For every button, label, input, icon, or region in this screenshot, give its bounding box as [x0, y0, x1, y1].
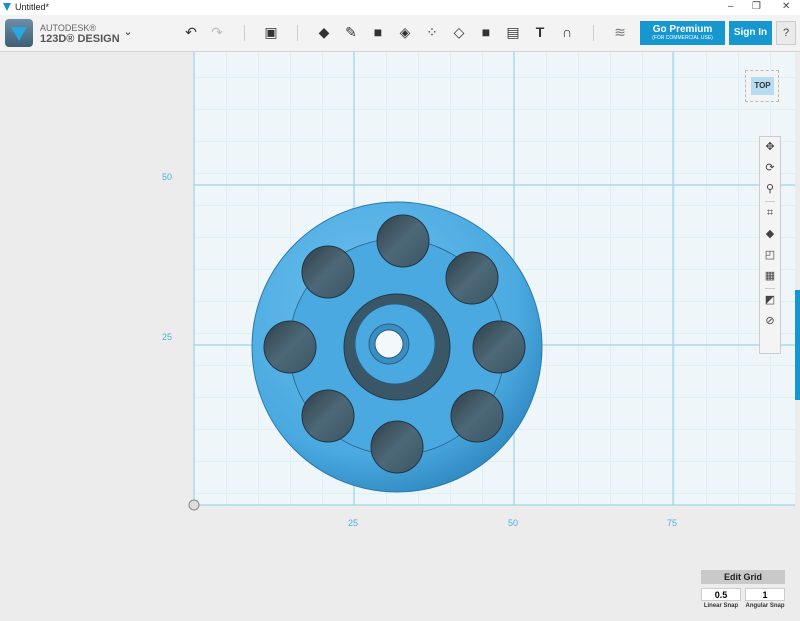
angular-snap-label: Angular Snap [745, 603, 785, 609]
pattern-icon[interactable]: ⁘ [423, 23, 441, 41]
minimize-button[interactable]: – [728, 1, 734, 12]
x-tick: 75 [667, 518, 678, 528]
y-tick: 50 [162, 172, 173, 182]
hide-meshes-icon[interactable]: ⊘ [760, 311, 780, 332]
main-toolbar: AUTODESK® 123D® DESIGN ⌄ ↶ ↷ ▣ ◆ ✎ ■ ◈ ⁘… [0, 15, 800, 52]
wheel-model [251, 201, 543, 493]
side-panel-tab[interactable] [795, 290, 800, 400]
grid-icon[interactable]: ▦ [760, 266, 780, 287]
material-icon[interactable]: ≋ [611, 23, 629, 41]
primitives-icon[interactable]: ◆ [315, 23, 333, 41]
materials-outlines-icon[interactable]: ◰ [760, 245, 780, 266]
chevron-down-icon[interactable]: ⌄ [119, 23, 137, 41]
go-premium-sublabel: (FOR COMMERCIAL USE) [652, 35, 713, 41]
x-tick: 25 [348, 518, 359, 528]
orbit-icon[interactable]: ⟳ [760, 158, 780, 179]
redo-button[interactable]: ↷ [208, 23, 226, 41]
modify-icon[interactable]: ◈ [396, 23, 414, 41]
undo-button[interactable]: ↶ [182, 23, 200, 41]
grid-canvas[interactable] [0, 52, 800, 621]
app-logo[interactable] [5, 19, 33, 47]
window-title: Untitled* [15, 2, 50, 12]
angular-snap-input[interactable] [745, 588, 785, 601]
app-icon [3, 3, 11, 11]
combine-icon[interactable]: ■ [477, 23, 495, 41]
snap-icon[interactable]: ∩ [558, 23, 576, 41]
linear-snap-input[interactable] [701, 588, 741, 601]
hide-sketches-icon[interactable]: ◩ [760, 290, 780, 311]
go-premium-label: Go Premium [652, 24, 713, 35]
title-bar: Untitled* – ❐ ✕ [0, 0, 800, 15]
x-tick: 50 [508, 518, 519, 528]
3d-viewport[interactable]: 25 50 75 50 25 [0, 52, 800, 621]
measure-icon[interactable]: ▤ [504, 23, 522, 41]
y-tick: 25 [162, 332, 173, 342]
navigation-bar: ✥ ⟳ ⚲ ⌗ ◆ ◰ ▦ ◩ ⊘ [759, 136, 781, 354]
origin-marker [188, 499, 200, 511]
zoom-icon[interactable]: ⚲ [760, 179, 780, 200]
pan-icon[interactable]: ✥ [760, 137, 780, 158]
sketch-icon[interactable]: ✎ [342, 23, 360, 41]
help-button[interactable]: ? [776, 21, 796, 45]
sign-in-button[interactable]: Sign In [729, 21, 772, 45]
view-cube-top[interactable]: TOP [751, 77, 774, 95]
edit-grid-button[interactable]: Edit Grid [701, 570, 785, 584]
new-object-icon[interactable]: ▣ [262, 23, 280, 41]
close-button[interactable]: ✕ [782, 1, 790, 12]
fit-icon[interactable]: ⌗ [760, 203, 780, 224]
go-premium-button[interactable]: Go Premium (FOR COMMERCIAL USE) [640, 21, 725, 45]
brand-123d: 123D® DESIGN [40, 33, 120, 45]
text-icon[interactable]: T [531, 23, 549, 41]
construct-icon[interactable]: ■ [369, 23, 387, 41]
restore-button[interactable]: ❐ [752, 1, 761, 12]
view-cube[interactable]: TOP [745, 70, 779, 102]
grouping-icon[interactable]: ◇ [450, 23, 468, 41]
grid-panel: Edit Grid Linear Snap Angular Snap [701, 570, 785, 609]
perspective-icon[interactable]: ◆ [760, 224, 780, 245]
linear-snap-label: Linear Snap [703, 603, 739, 609]
brand-autodesk: AUTODESK® [40, 23, 96, 33]
